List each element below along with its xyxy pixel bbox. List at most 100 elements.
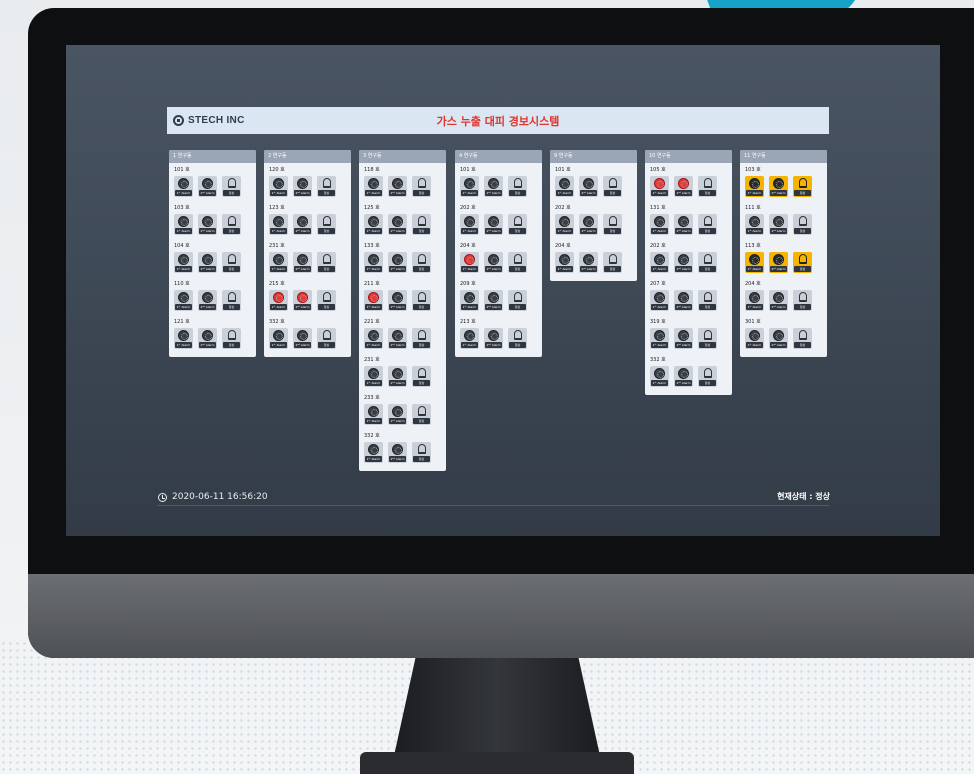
- alarm1-indicator[interactable]: 1ˢᵗ Alarm: [364, 176, 383, 197]
- alarm1-indicator[interactable]: 1ˢᵗ Alarm: [555, 214, 574, 235]
- normal-indicator[interactable]: 정상: [222, 328, 241, 349]
- alarm2-indicator[interactable]: 2ⁿᵈ Alarm: [484, 176, 503, 197]
- normal-indicator[interactable]: 정상: [412, 328, 431, 349]
- alarm1-indicator[interactable]: 1ˢᵗ Alarm: [364, 214, 383, 235]
- alarm2-indicator[interactable]: 2ⁿᵈ Alarm: [293, 252, 312, 273]
- alarm2-indicator[interactable]: 2ⁿᵈ Alarm: [293, 328, 312, 349]
- alarm1-indicator[interactable]: 1ˢᵗ Alarm: [650, 328, 669, 349]
- alarm1-indicator[interactable]: 1ˢᵗ Alarm: [174, 290, 193, 311]
- alarm1-indicator[interactable]: 1ˢᵗ Alarm: [269, 290, 288, 311]
- alarm2-indicator[interactable]: 2ⁿᵈ Alarm: [388, 404, 407, 425]
- alarm1-indicator[interactable]: 1ˢᵗ Alarm: [364, 252, 383, 273]
- alarm2-indicator[interactable]: 2ⁿᵈ Alarm: [198, 214, 217, 235]
- normal-indicator[interactable]: 정상: [412, 366, 431, 387]
- alarm2-indicator[interactable]: 2ⁿᵈ Alarm: [674, 290, 693, 311]
- alarm1-indicator[interactable]: 1ˢᵗ Alarm: [745, 252, 764, 273]
- alarm2-indicator[interactable]: 2ⁿᵈ Alarm: [388, 442, 407, 463]
- alarm1-indicator[interactable]: 1ˢᵗ Alarm: [460, 176, 479, 197]
- alarm1-indicator[interactable]: 1ˢᵗ Alarm: [460, 214, 479, 235]
- normal-indicator[interactable]: 정상: [317, 328, 336, 349]
- alarm1-indicator[interactable]: 1ˢᵗ Alarm: [650, 176, 669, 197]
- alarm2-indicator[interactable]: 2ⁿᵈ Alarm: [198, 290, 217, 311]
- alarm2-indicator[interactable]: 2ⁿᵈ Alarm: [293, 290, 312, 311]
- alarm2-indicator[interactable]: 2ⁿᵈ Alarm: [674, 176, 693, 197]
- normal-indicator[interactable]: 정상: [412, 176, 431, 197]
- normal-indicator[interactable]: 정상: [793, 214, 812, 235]
- normal-indicator[interactable]: 정상: [698, 176, 717, 197]
- alarm1-indicator[interactable]: 1ˢᵗ Alarm: [460, 328, 479, 349]
- alarm1-indicator[interactable]: 1ˢᵗ Alarm: [745, 290, 764, 311]
- alarm1-indicator[interactable]: 1ˢᵗ Alarm: [269, 328, 288, 349]
- alarm2-indicator[interactable]: 2ⁿᵈ Alarm: [769, 176, 788, 197]
- normal-indicator[interactable]: 정상: [412, 404, 431, 425]
- alarm2-indicator[interactable]: 2ⁿᵈ Alarm: [769, 252, 788, 273]
- normal-indicator[interactable]: 정상: [412, 252, 431, 273]
- normal-indicator[interactable]: 정상: [412, 214, 431, 235]
- alarm1-indicator[interactable]: 1ˢᵗ Alarm: [174, 176, 193, 197]
- alarm1-indicator[interactable]: 1ˢᵗ Alarm: [745, 176, 764, 197]
- alarm2-indicator[interactable]: 2ⁿᵈ Alarm: [388, 366, 407, 387]
- alarm1-indicator[interactable]: 1ˢᵗ Alarm: [650, 214, 669, 235]
- alarm1-indicator[interactable]: 1ˢᵗ Alarm: [174, 252, 193, 273]
- alarm2-indicator[interactable]: 2ⁿᵈ Alarm: [579, 252, 598, 273]
- alarm2-indicator[interactable]: 2ⁿᵈ Alarm: [674, 366, 693, 387]
- alarm2-indicator[interactable]: 2ⁿᵈ Alarm: [388, 176, 407, 197]
- alarm1-indicator[interactable]: 1ˢᵗ Alarm: [745, 214, 764, 235]
- normal-indicator[interactable]: 정상: [793, 252, 812, 273]
- alarm1-indicator[interactable]: 1ˢᵗ Alarm: [650, 252, 669, 273]
- alarm2-indicator[interactable]: 2ⁿᵈ Alarm: [388, 214, 407, 235]
- alarm1-indicator[interactable]: 1ˢᵗ Alarm: [650, 366, 669, 387]
- alarm2-indicator[interactable]: 2ⁿᵈ Alarm: [388, 328, 407, 349]
- alarm2-indicator[interactable]: 2ⁿᵈ Alarm: [388, 290, 407, 311]
- alarm1-indicator[interactable]: 1ˢᵗ Alarm: [650, 290, 669, 311]
- alarm1-indicator[interactable]: 1ˢᵗ Alarm: [364, 404, 383, 425]
- alarm1-indicator[interactable]: 1ˢᵗ Alarm: [364, 366, 383, 387]
- normal-indicator[interactable]: 정상: [603, 252, 622, 273]
- normal-indicator[interactable]: 정상: [222, 176, 241, 197]
- alarm2-indicator[interactable]: 2ⁿᵈ Alarm: [674, 252, 693, 273]
- alarm2-indicator[interactable]: 2ⁿᵈ Alarm: [769, 328, 788, 349]
- alarm1-indicator[interactable]: 1ˢᵗ Alarm: [269, 176, 288, 197]
- alarm1-indicator[interactable]: 1ˢᵗ Alarm: [269, 252, 288, 273]
- alarm2-indicator[interactable]: 2ⁿᵈ Alarm: [769, 214, 788, 235]
- alarm2-indicator[interactable]: 2ⁿᵈ Alarm: [293, 214, 312, 235]
- alarm1-indicator[interactable]: 1ˢᵗ Alarm: [174, 214, 193, 235]
- alarm1-indicator[interactable]: 1ˢᵗ Alarm: [460, 252, 479, 273]
- normal-indicator[interactable]: 정상: [412, 290, 431, 311]
- normal-indicator[interactable]: 정상: [698, 328, 717, 349]
- normal-indicator[interactable]: 정상: [698, 290, 717, 311]
- normal-indicator[interactable]: 정상: [603, 214, 622, 235]
- normal-indicator[interactable]: 정상: [793, 290, 812, 311]
- normal-indicator[interactable]: 정상: [698, 252, 717, 273]
- alarm2-indicator[interactable]: 2ⁿᵈ Alarm: [198, 252, 217, 273]
- normal-indicator[interactable]: 정상: [222, 252, 241, 273]
- alarm2-indicator[interactable]: 2ⁿᵈ Alarm: [674, 214, 693, 235]
- normal-indicator[interactable]: 정상: [508, 328, 527, 349]
- normal-indicator[interactable]: 정상: [508, 290, 527, 311]
- alarm2-indicator[interactable]: 2ⁿᵈ Alarm: [579, 214, 598, 235]
- normal-indicator[interactable]: 정상: [317, 214, 336, 235]
- normal-indicator[interactable]: 정상: [222, 290, 241, 311]
- alarm1-indicator[interactable]: 1ˢᵗ Alarm: [269, 214, 288, 235]
- alarm2-indicator[interactable]: 2ⁿᵈ Alarm: [674, 328, 693, 349]
- alarm1-indicator[interactable]: 1ˢᵗ Alarm: [555, 252, 574, 273]
- alarm2-indicator[interactable]: 2ⁿᵈ Alarm: [484, 214, 503, 235]
- alarm1-indicator[interactable]: 1ˢᵗ Alarm: [745, 328, 764, 349]
- normal-indicator[interactable]: 정상: [698, 214, 717, 235]
- alarm1-indicator[interactable]: 1ˢᵗ Alarm: [364, 442, 383, 463]
- normal-indicator[interactable]: 정상: [698, 366, 717, 387]
- alarm2-indicator[interactable]: 2ⁿᵈ Alarm: [484, 252, 503, 273]
- normal-indicator[interactable]: 정상: [412, 442, 431, 463]
- normal-indicator[interactable]: 정상: [317, 176, 336, 197]
- alarm1-indicator[interactable]: 1ˢᵗ Alarm: [364, 290, 383, 311]
- normal-indicator[interactable]: 정상: [508, 214, 527, 235]
- normal-indicator[interactable]: 정상: [793, 176, 812, 197]
- normal-indicator[interactable]: 정상: [508, 252, 527, 273]
- alarm2-indicator[interactable]: 2ⁿᵈ Alarm: [388, 252, 407, 273]
- alarm1-indicator[interactable]: 1ˢᵗ Alarm: [555, 176, 574, 197]
- alarm2-indicator[interactable]: 2ⁿᵈ Alarm: [293, 176, 312, 197]
- normal-indicator[interactable]: 정상: [603, 176, 622, 197]
- alarm1-indicator[interactable]: 1ˢᵗ Alarm: [174, 328, 193, 349]
- alarm1-indicator[interactable]: 1ˢᵗ Alarm: [460, 290, 479, 311]
- normal-indicator[interactable]: 정상: [793, 328, 812, 349]
